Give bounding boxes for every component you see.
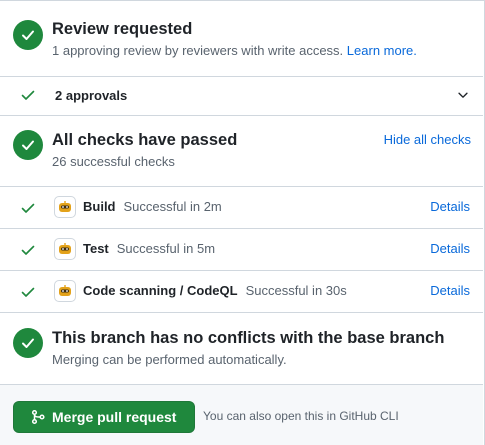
merge-box: Review requested 1 approving review by r…: [0, 0, 485, 445]
approvals-label[interactable]: 2 approvals: [55, 88, 127, 103]
review-subtitle-text: 1 approving review by reviewers with wri…: [52, 43, 344, 58]
check-name: Build Successful in 2m: [83, 199, 222, 214]
check-name-text: Test: [83, 241, 109, 256]
check-name-text: Code scanning / CodeQL: [83, 283, 238, 298]
conflicts-subtitle: Merging can be performed automatically.: [52, 352, 287, 367]
cli-note: You can also open this in GitHub CLI: [203, 409, 399, 423]
review-check-icon: [13, 20, 43, 50]
top-border: [0, 0, 484, 1]
merge-button-label: Merge pull request: [52, 409, 177, 425]
conflicts-title: This branch has no conflicts with the ba…: [52, 329, 445, 347]
check-status: Successful in 5m: [116, 241, 216, 256]
approvals-check-icon: [21, 90, 35, 100]
check-name: Code scanning / CodeQL Successful in 30s: [83, 283, 347, 298]
check-icon: [21, 245, 35, 255]
git-merge-icon: [31, 409, 45, 425]
checks-subtitle: 26 successful checks: [52, 154, 175, 169]
check-row-build: Build Successful in 2m Details: [0, 186, 483, 228]
merge-pull-request-button[interactable]: Merge pull request: [13, 401, 195, 433]
chevron-down-icon[interactable]: [456, 88, 470, 102]
check-name-text: Build: [83, 199, 116, 214]
hide-all-checks-link[interactable]: Hide all checks: [384, 132, 471, 147]
github-actions-bot-icon: [54, 238, 76, 260]
check-status: Successful in 30s: [245, 283, 347, 298]
checks-check-icon: [13, 130, 43, 160]
check-name: Test Successful in 5m: [83, 241, 215, 256]
checks-title: All checks have passed: [52, 131, 238, 149]
check-row-test: Test Successful in 5m Details: [0, 228, 483, 270]
check-status: Successful in 2m: [123, 199, 222, 214]
divider: [0, 76, 483, 77]
check-icon: [21, 287, 35, 297]
check-icon: [21, 203, 35, 213]
review-subtitle: 1 approving review by reviewers with wri…: [52, 43, 417, 58]
divider: [0, 312, 483, 313]
details-link[interactable]: Details: [430, 241, 470, 256]
review-title: Review requested: [52, 20, 193, 38]
check-row-codeql: Code scanning / CodeQL Successful in 30s …: [0, 270, 483, 312]
github-actions-bot-icon: [54, 280, 76, 302]
learn-more-link[interactable]: Learn more.: [347, 43, 417, 58]
divider: [0, 115, 483, 116]
conflicts-check-icon: [13, 328, 43, 358]
merge-footer: Merge pull request You can also open thi…: [0, 384, 483, 445]
details-link[interactable]: Details: [430, 283, 470, 298]
github-actions-bot-icon: [54, 196, 76, 218]
details-link[interactable]: Details: [430, 199, 470, 214]
